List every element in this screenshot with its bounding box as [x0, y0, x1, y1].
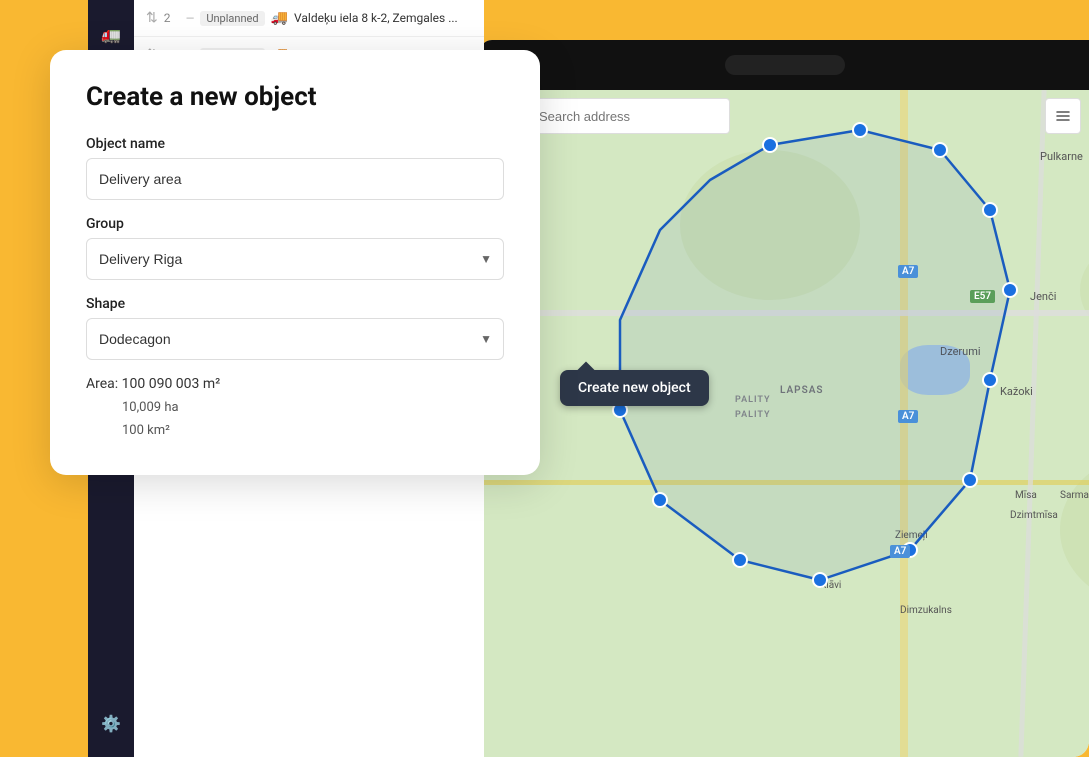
- route-item-2[interactable]: ⇅ 2 — Unplanned 🚚 Valdeķu iela 8 k-2, Ze…: [134, 0, 484, 37]
- sort-arrows-2: ⇅: [146, 10, 158, 26]
- group-select[interactable]: Delivery Riga Delivery Tallinn Delivery …: [86, 238, 504, 280]
- hamburger-icon: [1055, 108, 1071, 124]
- sidebar-item-truck[interactable]: 🚛: [93, 16, 129, 52]
- dash-2: —: [186, 12, 195, 25]
- map-menu-button[interactable]: [1045, 98, 1081, 134]
- shape-select[interactable]: Dodecagon Circle Rectangle Polygon Trian…: [86, 318, 504, 360]
- area-info: Area: 100 090 003 m² 10,009 ha 100 km²: [86, 376, 504, 443]
- search-input[interactable]: [539, 109, 715, 124]
- area-sub-ha: 10,009 ha: [122, 396, 504, 419]
- map-polygon-svg: [480, 90, 1089, 757]
- tablet-top-bar: [480, 40, 1089, 90]
- status-badge-2: Unplanned: [200, 11, 264, 26]
- group-label: Group: [86, 216, 504, 232]
- tablet-area: Pulkarne Sūnupes Jenči Mežvidi Dzerumi L…: [480, 40, 1089, 757]
- area-sub-km: 100 km²: [122, 419, 504, 442]
- area-main-text: Area: 100 090 003 m²: [86, 376, 504, 392]
- sidebar-item-settings[interactable]: ⚙️: [93, 705, 129, 741]
- truck-icon-2: 🚚: [271, 10, 288, 26]
- main-container: Pulkarne Sūnupes Jenči Mežvidi Dzerumi L…: [0, 0, 1089, 757]
- road-label-a7-2: A7: [898, 410, 918, 423]
- create-object-card: Create a new object Object name Group De…: [50, 50, 540, 475]
- route-num-2: 2: [164, 11, 180, 25]
- tablet-camera: [725, 55, 845, 75]
- create-new-object-tooltip[interactable]: Create new object: [560, 370, 709, 406]
- object-name-label: Object name: [86, 136, 504, 152]
- object-name-input[interactable]: [86, 158, 504, 200]
- shape-label: Shape: [86, 296, 504, 312]
- group-select-wrapper: Delivery Riga Delivery Tallinn Delivery …: [86, 238, 504, 280]
- address-2: Valdeķu iela 8 k-2, Zemgales ...: [294, 11, 472, 25]
- map-area: Pulkarne Sūnupes Jenči Mežvidi Dzerumi L…: [480, 90, 1089, 757]
- road-label-a7-1: A7: [898, 265, 918, 278]
- shape-select-wrapper: Dodecagon Circle Rectangle Polygon Trian…: [86, 318, 504, 360]
- card-title: Create a new object: [86, 82, 504, 112]
- road-label-e57: E57: [970, 290, 995, 303]
- map-search-bar[interactable]: [530, 98, 730, 134]
- road-label-a7-3: A7: [890, 545, 910, 558]
